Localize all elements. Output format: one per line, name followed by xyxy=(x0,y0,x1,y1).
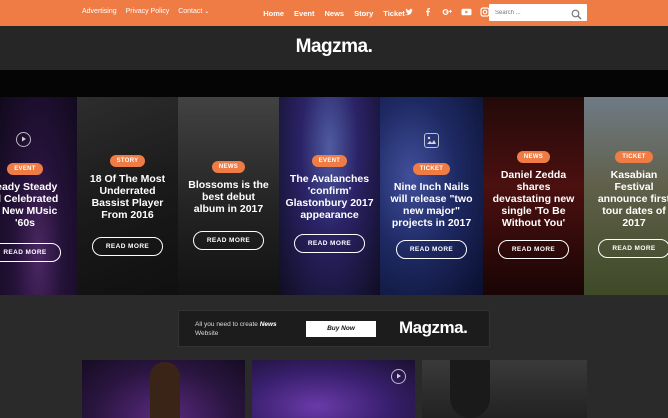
slide[interactable]: TICKET Nine Inch Nails will release "two… xyxy=(380,97,483,295)
slide-title[interactable]: 18 Of The Most Underrated Bassist Player… xyxy=(77,173,178,221)
site-logo[interactable]: Magzma. xyxy=(0,36,668,58)
banner-emphasis: News xyxy=(259,321,277,328)
banner-line-2: Website xyxy=(195,330,219,337)
category-badge[interactable]: EVENT xyxy=(311,155,348,167)
read-more-button[interactable]: READ MORE xyxy=(192,231,265,250)
category-badge[interactable]: TICKET xyxy=(615,151,653,163)
nav-item-ticket[interactable]: Ticket xyxy=(383,9,405,18)
slide[interactable]: TICKET Kasabian Festival announce firs t … xyxy=(584,97,668,295)
read-more-button[interactable]: READ MORE xyxy=(598,239,668,258)
article-card[interactable] xyxy=(422,360,587,418)
category-badge[interactable]: EVENT xyxy=(7,163,43,175)
read-more-button[interactable]: READ MORE xyxy=(395,240,468,259)
slide-content: TICKET Nine Inch Nails will release "two… xyxy=(380,157,483,259)
slide-title[interactable]: Nine Inch Nails will release "two new ma… xyxy=(380,181,483,229)
slide[interactable]: EVENT teady Steady ol Celebrated n New M… xyxy=(0,97,77,295)
slide[interactable]: EVENT The Avalanches 'confirm' Glastonbu… xyxy=(279,97,380,295)
slide-content: NEWS Daniel Zedda shares devastating new… xyxy=(483,145,584,259)
buy-now-button[interactable]: Buy Now xyxy=(306,321,376,337)
slide[interactable]: STORY 18 Of The Most Underrated Bassist … xyxy=(77,97,178,295)
read-more-button[interactable]: READ MORE xyxy=(293,234,366,253)
category-badge[interactable]: STORY xyxy=(109,155,146,167)
card-image xyxy=(450,360,490,418)
promo-banner[interactable]: All you need to create News Website Buy … xyxy=(178,310,490,347)
nav-item-home[interactable]: Home xyxy=(263,9,284,18)
main-nav-links: Home Event News Story Ticket xyxy=(0,9,668,18)
play-icon[interactable] xyxy=(16,132,31,147)
banner-line-1: All you need to create xyxy=(195,321,258,328)
slide-content: EVENT The Avalanches 'confirm' Glastonbu… xyxy=(279,149,380,253)
nav-item-story[interactable]: Story xyxy=(354,9,373,18)
slide-content: EVENT teady Steady ol Celebrated n New M… xyxy=(0,157,77,262)
play-icon[interactable] xyxy=(391,369,406,384)
featured-slider: EVENT teady Steady ol Celebrated n New M… xyxy=(0,97,668,295)
slide-title[interactable]: The Avalanches 'confirm' Glastonbury 201… xyxy=(279,173,380,221)
category-badge[interactable]: NEWS xyxy=(211,161,246,173)
main-nav xyxy=(0,70,668,97)
slide-title[interactable]: teady Steady ol Celebrated n New MUsic '… xyxy=(0,181,77,229)
slide[interactable]: NEWS Blossoms is the best debut album in… xyxy=(178,97,279,295)
category-badge[interactable]: NEWS xyxy=(516,151,551,163)
read-more-button[interactable]: READ MORE xyxy=(0,243,61,262)
slide-title[interactable]: Blossoms is the best debut album in 2017 xyxy=(178,179,279,215)
slide-title[interactable]: Kasabian Festival announce first tour da… xyxy=(584,169,668,229)
slide[interactable]: NEWS Daniel Zedda shares devastating new… xyxy=(483,97,584,295)
slide-content: TICKET Kasabian Festival announce firs t … xyxy=(584,145,668,258)
category-badge[interactable]: TICKET xyxy=(412,163,451,175)
article-card[interactable] xyxy=(252,360,415,418)
card-image xyxy=(150,362,180,418)
read-more-button[interactable]: READ MORE xyxy=(91,237,164,256)
banner-text: All you need to create News Website xyxy=(195,320,277,338)
nav-item-event[interactable]: Event xyxy=(294,9,314,18)
read-more-button[interactable]: READ MORE xyxy=(497,240,570,259)
slide-title[interactable]: Daniel Zedda shares devastating new sing… xyxy=(483,169,584,229)
image-icon[interactable] xyxy=(424,133,439,148)
nav-item-news[interactable]: News xyxy=(324,9,344,18)
slide-content: STORY 18 Of The Most Underrated Bassist … xyxy=(77,149,178,256)
slide-content: NEWS Blossoms is the best debut album in… xyxy=(178,155,279,250)
banner-logo: Magzma. xyxy=(399,318,468,337)
article-card[interactable] xyxy=(82,360,245,418)
